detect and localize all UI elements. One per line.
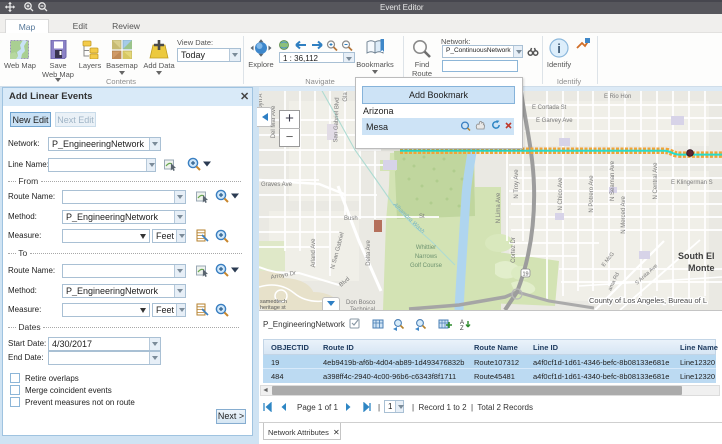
svg-text:Narrows: Narrows xyxy=(415,254,437,260)
svg-text:Golf Course: Golf Course xyxy=(410,263,443,269)
svg-text:E Klingerman S: E Klingerman S xyxy=(671,180,713,186)
svg-text:Arland Ave: Arland Ave xyxy=(311,238,317,268)
svg-text:N Potrero Ave: N Potrero Ave xyxy=(589,175,595,213)
svg-text:E Cortada St: E Cortada St xyxy=(532,105,567,111)
svg-text:N Seaman Ave: N Seaman Ave xyxy=(610,160,616,201)
svg-text:Don Bosco: Don Bosco xyxy=(346,300,376,306)
svg-text:St: St xyxy=(419,214,425,220)
svg-text:Whittier: Whittier xyxy=(416,245,436,251)
svg-text:E Rio Hon: E Rio Hon xyxy=(604,94,631,100)
svg-text:Gla: Gla xyxy=(343,92,349,102)
svg-text:N Merced Ave: N Merced Ave xyxy=(621,196,627,234)
svg-text:N Lima Ave: N Lima Ave xyxy=(496,192,502,223)
svg-text:County of Los Angeles, Bureau: County of Los Angeles, Bureau of L xyxy=(589,296,707,305)
svg-text:Cortez Dr: Cortez Dr xyxy=(511,237,517,263)
svg-text:N Central Ave: N Central Ave xyxy=(653,162,659,200)
svg-text:Z: Z xyxy=(460,326,464,331)
svg-text:N Troy Ave: N Troy Ave xyxy=(514,169,520,199)
svg-text:i: i xyxy=(557,41,561,56)
svg-text:Graves Ave: Graves Ave xyxy=(261,182,293,188)
svg-text:Bush: Bush xyxy=(344,216,358,222)
svg-text:Delta Ave: Delta Ave xyxy=(366,240,372,266)
svg-text:E Garvey Ave: E Garvey Ave xyxy=(536,118,573,124)
svg-text:Monte: Monte xyxy=(688,263,715,273)
svg-text:South El: South El xyxy=(678,251,715,261)
svg-text:N Chico Ave: N Chico Ave xyxy=(558,177,564,211)
svg-text:19: 19 xyxy=(522,272,528,278)
